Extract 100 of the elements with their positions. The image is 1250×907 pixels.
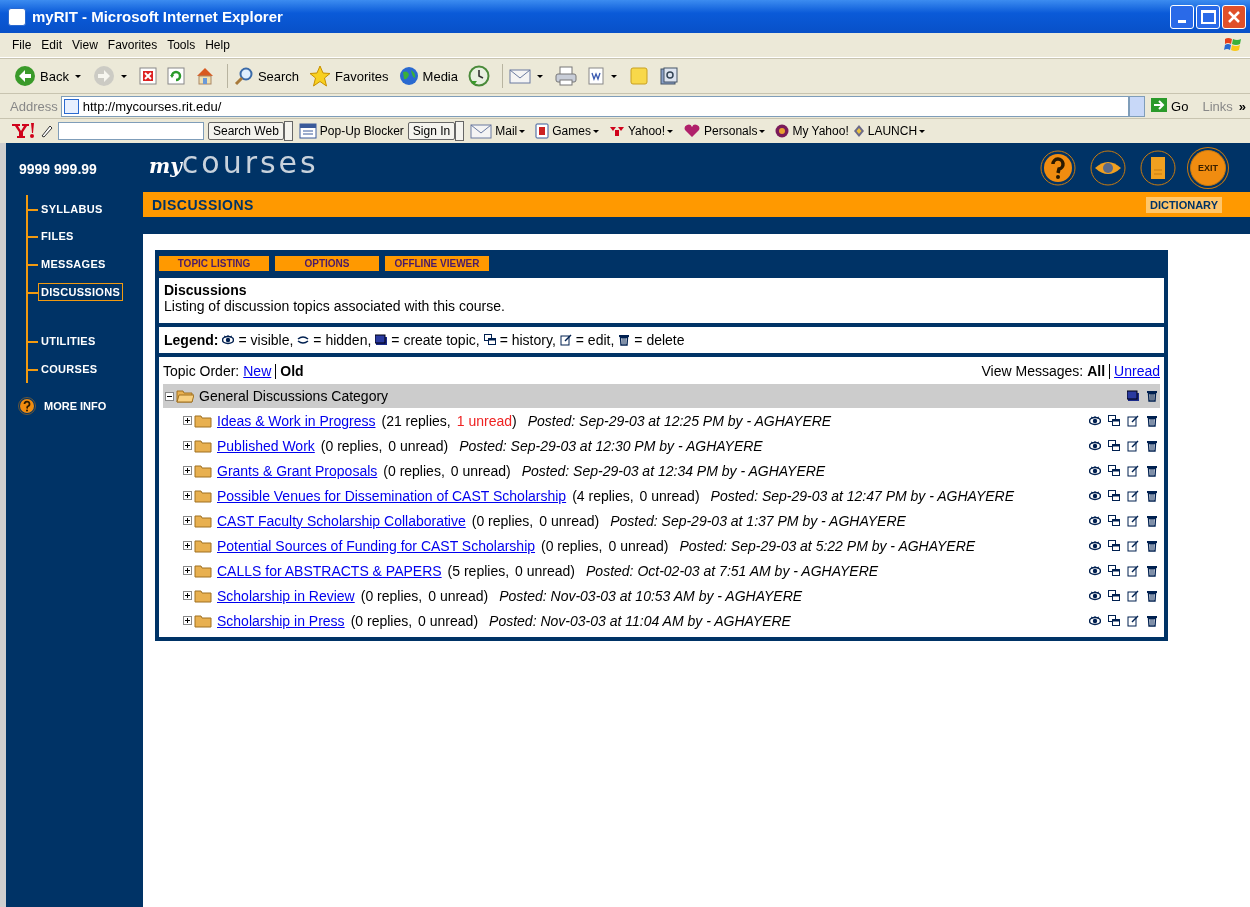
overlapping-windows-icon[interactable] bbox=[1108, 464, 1120, 477]
stop-button[interactable] bbox=[136, 67, 159, 85]
games-button[interactable]: Games bbox=[535, 123, 591, 139]
topic-link[interactable]: CALLS for ABSTRACTS & PAPERS bbox=[217, 562, 442, 579]
topic-link[interactable]: CAST Faculty Scholarship Collaborative bbox=[217, 512, 466, 529]
topic-link[interactable]: Scholarship in Review bbox=[217, 587, 355, 604]
nav-link[interactable]: FILES bbox=[38, 227, 77, 246]
overlapping-windows-icon[interactable] bbox=[1108, 539, 1120, 552]
launch-button[interactable]: LAUNCH bbox=[852, 124, 918, 138]
menu-item[interactable]: Favorites bbox=[107, 38, 158, 52]
caret-icon[interactable] bbox=[919, 129, 926, 133]
trash-can-icon[interactable] bbox=[1146, 464, 1158, 477]
mail-button[interactable]: Mail bbox=[470, 122, 518, 140]
eye-icon[interactable] bbox=[1089, 589, 1101, 602]
trash-can-icon[interactable] bbox=[1146, 489, 1158, 502]
overlapping-windows-icon[interactable] bbox=[1108, 589, 1120, 602]
collapse-icon[interactable] bbox=[165, 391, 174, 401]
book-icon[interactable] bbox=[1140, 149, 1176, 186]
folder-icon[interactable] bbox=[1127, 390, 1139, 402]
topic-link[interactable]: Grants & Grant Proposals bbox=[217, 462, 378, 479]
caret-icon[interactable] bbox=[537, 74, 543, 78]
pencil-note-icon[interactable] bbox=[1127, 589, 1139, 602]
personals-button[interactable]: Personals bbox=[683, 124, 758, 138]
nav-link[interactable]: MESSAGES bbox=[38, 255, 109, 273]
trash-can-icon[interactable] bbox=[1146, 589, 1158, 602]
print-button[interactable] bbox=[553, 66, 579, 86]
nav-link[interactable]: DISCUSSIONS bbox=[38, 282, 124, 301]
address-field[interactable]: http://mycourses.rit.edu/ bbox=[60, 95, 1130, 117]
expand-icon[interactable] bbox=[183, 566, 192, 575]
tab[interactable]: TOPIC LISTING bbox=[159, 256, 269, 271]
dictionary-button[interactable]: DICTIONARY bbox=[1145, 196, 1222, 213]
search-button[interactable]: Search bbox=[231, 66, 302, 86]
expand-icon[interactable] bbox=[183, 491, 192, 500]
search-web-button[interactable]: Search Web bbox=[208, 122, 284, 140]
research-button[interactable] bbox=[657, 66, 681, 86]
more-info-link[interactable]: MORE INFO bbox=[18, 396, 143, 415]
nav-link[interactable]: COURSES bbox=[38, 359, 101, 378]
expand-icon[interactable] bbox=[183, 541, 192, 550]
sign-in-button[interactable]: Sign In bbox=[407, 122, 456, 140]
favorites-button[interactable]: Favorites bbox=[307, 65, 391, 87]
nav-link[interactable]: SYLLABUS bbox=[38, 199, 106, 218]
sort-link[interactable]: All bbox=[1087, 363, 1106, 379]
trash-can-icon[interactable] bbox=[1146, 564, 1158, 577]
media-button[interactable]: Media bbox=[396, 66, 460, 86]
search-field[interactable] bbox=[58, 122, 204, 140]
tab[interactable]: OFFLINE VIEWER bbox=[385, 256, 489, 271]
eye-icon[interactable] bbox=[1089, 414, 1101, 427]
trash-can-icon[interactable] bbox=[1146, 414, 1158, 427]
expand-icon[interactable] bbox=[183, 591, 192, 600]
topic-link[interactable]: Ideas & Work in Progress bbox=[217, 412, 376, 429]
sort-link[interactable]: New bbox=[243, 363, 272, 379]
caret-icon[interactable] bbox=[759, 129, 766, 133]
pencil-note-icon[interactable] bbox=[1127, 489, 1139, 502]
eye-icon[interactable] bbox=[1089, 489, 1101, 502]
trash-can-icon[interactable] bbox=[1146, 439, 1158, 452]
topic-link[interactable]: Possible Venues for Dissemination of CAST Scholarship bbox=[217, 487, 567, 504]
edit-button[interactable] bbox=[585, 67, 607, 85]
close-button[interactable] bbox=[1222, 4, 1246, 29]
trash-can-icon[interactable] bbox=[1146, 539, 1158, 552]
eye-icon[interactable] bbox=[1089, 614, 1101, 627]
eye-icon[interactable] bbox=[1089, 464, 1101, 477]
eye-icon[interactable] bbox=[1089, 514, 1101, 527]
expand-icon[interactable] bbox=[183, 466, 192, 475]
overlapping-windows-icon[interactable] bbox=[1108, 614, 1120, 627]
yahoo-button[interactable]: Yahoo! bbox=[608, 124, 666, 138]
overlapping-windows-icon[interactable] bbox=[1108, 514, 1120, 527]
pencil-note-icon[interactable] bbox=[1127, 564, 1139, 577]
more-button[interactable]: » bbox=[1238, 98, 1246, 114]
overlapping-windows-icon[interactable] bbox=[1108, 564, 1120, 577]
exit-button[interactable]: EXIT bbox=[1190, 149, 1226, 186]
dropdown-button[interactable] bbox=[283, 121, 293, 141]
overlapping-windows-icon[interactable] bbox=[1108, 414, 1120, 427]
expand-icon[interactable] bbox=[183, 416, 192, 425]
caret-icon[interactable] bbox=[519, 129, 526, 133]
tab[interactable]: OPTIONS bbox=[275, 256, 379, 271]
expand-icon[interactable] bbox=[183, 441, 192, 450]
pencil-icon[interactable] bbox=[40, 124, 54, 138]
expand-icon[interactable] bbox=[183, 516, 192, 525]
caret-icon[interactable] bbox=[592, 129, 599, 133]
menu-item[interactable]: View bbox=[72, 38, 98, 52]
dropdown-button[interactable] bbox=[455, 121, 465, 141]
pencil-note-icon[interactable] bbox=[1127, 464, 1139, 477]
topic-link[interactable]: Potential Sources of Funding for CAST Scholarship bbox=[217, 537, 536, 554]
trash-can-icon[interactable] bbox=[1146, 614, 1158, 627]
pencil-note-icon[interactable] bbox=[1127, 414, 1139, 427]
eye-icon[interactable] bbox=[1089, 564, 1101, 577]
topic-link[interactable]: Published Work bbox=[217, 437, 315, 454]
pencil-note-icon[interactable] bbox=[1127, 514, 1139, 527]
caret-icon[interactable] bbox=[667, 129, 674, 133]
popup-button[interactable]: Pop-Up Blocker bbox=[298, 123, 404, 139]
nav-link[interactable]: UTILITIES bbox=[38, 332, 99, 351]
eye-icon[interactable] bbox=[1089, 439, 1101, 452]
minimize-button[interactable] bbox=[1170, 4, 1194, 29]
pencil-note-icon[interactable] bbox=[1127, 439, 1139, 452]
menu-item[interactable]: Edit bbox=[41, 38, 63, 52]
pencil-note-icon[interactable] bbox=[1127, 614, 1139, 627]
caret-icon[interactable] bbox=[611, 74, 617, 78]
sort-link[interactable]: Unread bbox=[1114, 363, 1160, 379]
overlapping-windows-icon[interactable] bbox=[1108, 439, 1120, 452]
pencil-note-icon[interactable] bbox=[1127, 539, 1139, 552]
